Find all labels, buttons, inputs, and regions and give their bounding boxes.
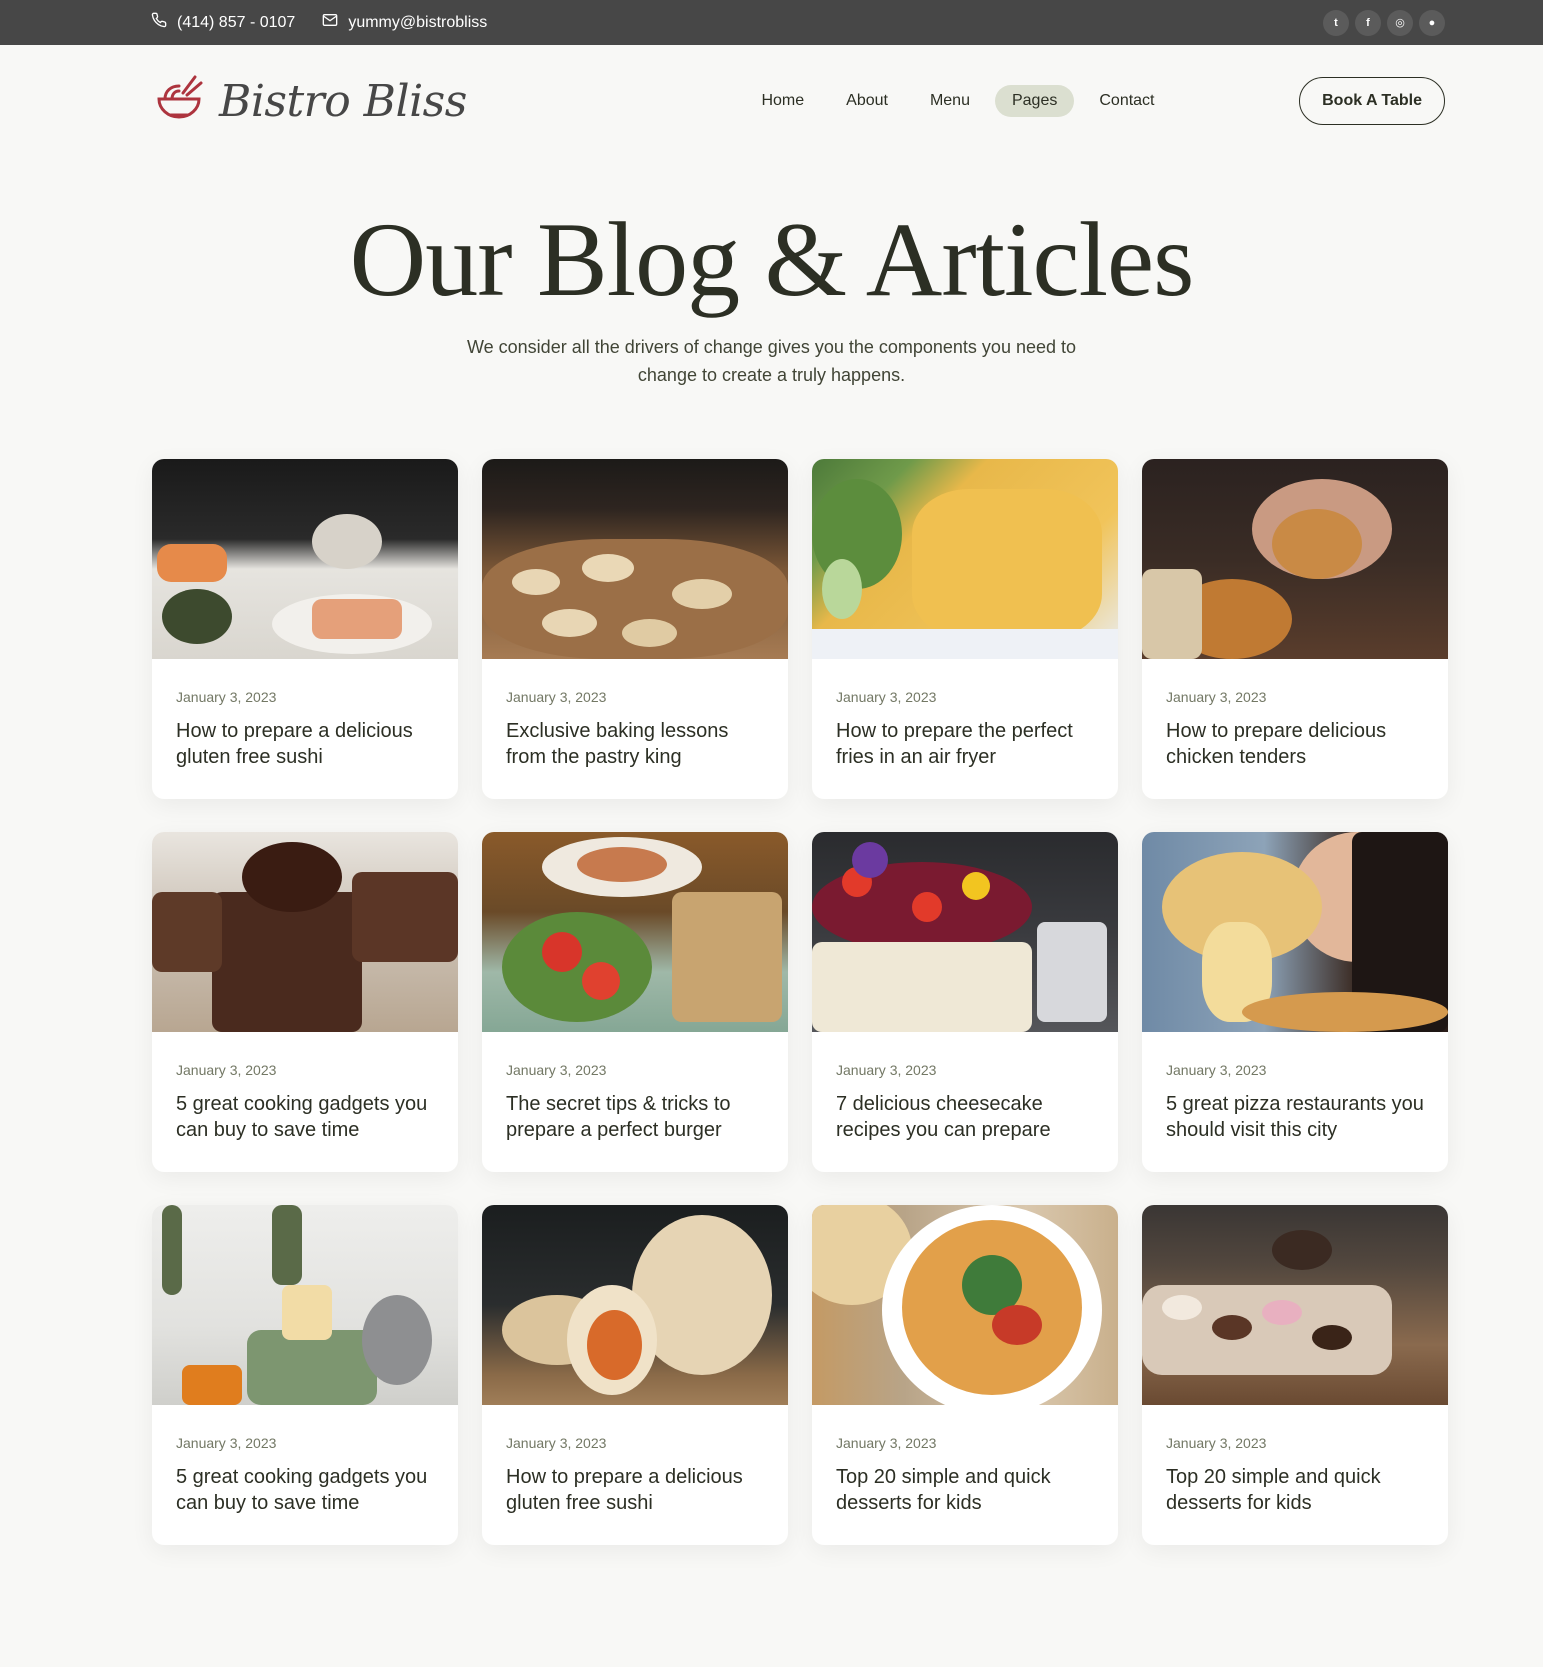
blog-card[interactable]: January 3, 2023 5 great pizza restaurant… [1142,831,1448,1172]
burrito-photo [482,1204,788,1405]
post-title[interactable]: How to prepare the perfect fries in an a… [836,718,1094,770]
post-date: January 3, 2023 [506,688,607,705]
post-date: January 3, 2023 [1166,1061,1267,1078]
post-title[interactable]: Top 20 simple and quick desserts for kid… [836,1464,1094,1516]
post-date: January 3, 2023 [506,1061,607,1078]
nav-item-home[interactable]: Home [744,85,821,117]
post-title[interactable]: How to prepare delicious chicken tenders [1166,718,1424,770]
post-date: January 3, 2023 [1166,1434,1267,1451]
post-date: January 3, 2023 [1166,688,1267,705]
page-subtitle: We consider all the drivers of change gi… [466,336,1077,385]
fries-photo [812,458,1118,659]
post-date: January 3, 2023 [176,688,277,705]
noodles-photo [812,1204,1118,1405]
contact-info: (414) 857 - 0107 yummy@bistrobliss [151,12,487,33]
twitter-icon[interactable]: t [1323,9,1349,36]
top-bar: (414) 857 - 0107 yummy@bistrobliss t f ◎… [0,0,1543,45]
cheesecake-photo [812,831,1118,1032]
blog-card[interactable]: January 3, 2023 5 great cooking gadgets … [152,831,458,1172]
blog-card[interactable]: January 3, 2023 Top 20 simple and quick … [1142,1204,1448,1545]
phone-icon [151,12,167,33]
nav-item-menu[interactable]: Menu [913,85,987,117]
post-title[interactable]: Exclusive baking lessons from the pastry… [506,718,764,770]
page-title: Our Blog & Articles [349,201,1195,318]
blog-card[interactable]: January 3, 2023 How to prepare a delicio… [482,1204,788,1545]
post-title[interactable]: 5 great cooking gadgets you can buy to s… [176,1464,434,1516]
blog-card[interactable]: January 3, 2023 Top 20 simple and quick … [812,1204,1118,1545]
post-title[interactable]: How to prepare a delicious gluten free s… [506,1464,764,1516]
facebook-icon[interactable]: f [1355,9,1381,36]
post-title[interactable]: 5 great cooking gadgets you can buy to s… [176,1091,434,1143]
book-table-button[interactable]: Book A Table [1299,77,1445,125]
social-links: t f ◎ ● [1323,9,1445,36]
main-header: Bistro Bliss Home About Menu Pages Conta… [0,45,1543,157]
phone-number: (414) 857 - 0107 [177,13,296,31]
post-date: January 3, 2023 [506,1434,607,1451]
post-title[interactable]: The secret tips & tricks to prepare a pe… [506,1091,764,1143]
post-date: January 3, 2023 [176,1061,277,1078]
main-nav: Home About Menu Pages Contact [744,85,1171,117]
blog-card[interactable]: January 3, 2023 How to prepare a delicio… [152,458,458,799]
email-link[interactable]: yummy@bistrobliss [322,13,487,32]
hero-section: Our Blog & Articles We consider all the … [0,157,1543,389]
github-icon[interactable]: ● [1419,9,1445,36]
salad-photo [482,831,788,1032]
bowl-icon [151,71,207,132]
blog-grid: January 3, 2023 How to prepare a delicio… [152,458,1454,1545]
post-date: January 3, 2023 [836,1061,937,1078]
brownie-photo [152,831,458,1032]
brand-logo[interactable]: Bistro Bliss [151,71,467,132]
phone-link[interactable]: (414) 857 - 0107 [151,12,295,33]
post-title[interactable]: 7 delicious cheesecake recipes you can p… [836,1091,1094,1143]
post-title[interactable]: Top 20 simple and quick desserts for kid… [1166,1464,1424,1516]
desserts-photo [1142,1204,1448,1405]
blog-card[interactable]: January 3, 2023 How to prepare delicious… [1142,458,1448,799]
nav-item-contact[interactable]: Contact [1082,85,1171,117]
post-date: January 3, 2023 [836,1434,937,1451]
post-date: January 3, 2023 [836,688,937,705]
pizza-photo [1142,831,1448,1032]
chicken-photo [1142,458,1448,659]
nav-item-pages[interactable]: Pages [994,85,1075,117]
toaster-photo [152,1204,458,1405]
pastry-photo [482,458,788,659]
brand-name: Bistro Bliss [219,75,467,127]
blog-card[interactable]: January 3, 2023 5 great cooking gadgets … [152,1204,458,1545]
blog-card[interactable]: January 3, 2023 The secret tips & tricks… [482,831,788,1172]
nav-item-about[interactable]: About [829,85,905,117]
post-date: January 3, 2023 [176,1434,277,1451]
instagram-icon[interactable]: ◎ [1387,9,1413,36]
post-title[interactable]: 5 great pizza restaurants you should vis… [1166,1091,1424,1143]
sushi-photo [152,458,458,659]
email-address: yummy@bistrobliss [348,13,488,31]
blog-card[interactable]: January 3, 2023 Exclusive baking lessons… [482,458,788,799]
blog-card[interactable]: January 3, 2023 How to prepare the perfe… [812,458,1118,799]
blog-card[interactable]: January 3, 2023 7 delicious cheesecake r… [812,831,1118,1172]
mail-icon [322,13,338,32]
post-title[interactable]: How to prepare a delicious gluten free s… [176,718,434,770]
